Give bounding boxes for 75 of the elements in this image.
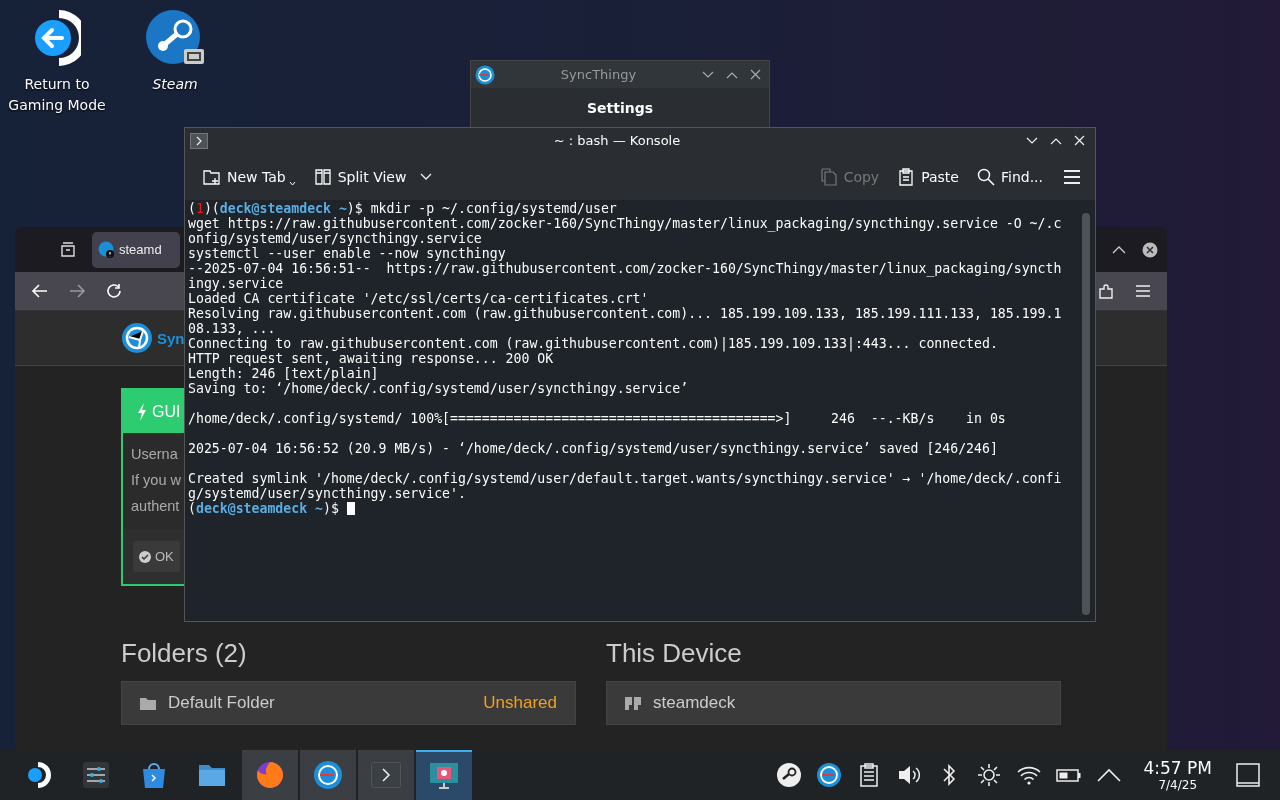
- maximize-icon[interactable]: [1112, 244, 1126, 255]
- lightning-bolt-icon: [137, 402, 147, 421]
- alert-text: If you w: [131, 471, 181, 489]
- terminal-line: g/systemd/user/syncthingy.service'.: [188, 486, 467, 501]
- terminal-line: Connecting to raw.githubusercontent.com (raw.githubusercontent.com)|185.199.109.133|:443... connected.: [188, 336, 999, 351]
- clipboard-icon: [897, 167, 916, 186]
- menu-icon[interactable]: [1063, 169, 1081, 184]
- return-arrow-icon[interactable]: [33, 10, 81, 66]
- puzzle-piece-icon[interactable]: [1098, 282, 1116, 300]
- terminal-line: Length: 246 [text/plain]: [188, 366, 380, 381]
- taskbar-network-node-icon[interactable]: [300, 750, 356, 800]
- browser-tab[interactable]: steamd: [92, 231, 180, 268]
- terminal-line: Created symlink '/home/deck/.config/systemd/user/default.target.wants/syncthingy.service' → '/home/deck/.confi: [188, 471, 1063, 486]
- close-icon[interactable]: [750, 69, 761, 80]
- terminal-line: (1)(deck@steamdeck ~)$ mkdir -p ~/.config/systemd/user: [188, 201, 618, 216]
- reload-icon[interactable]: [105, 282, 123, 300]
- scrollbar[interactable]: [1082, 213, 1090, 615]
- piston-logo-icon[interactable]: [146, 10, 204, 66]
- menu-icon[interactable]: [1135, 284, 1151, 298]
- folder-icon: [140, 696, 156, 710]
- window-title: ~ : bash — Konsole: [552, 133, 682, 148]
- alert-title: GUI: [152, 402, 181, 421]
- new-tab-button[interactable]: New Tab: [199, 163, 300, 190]
- terminal-line: /home/deck/.config/systemd/ 100%[=========================================>] 246 --.-KB/s in 0s: [188, 411, 1007, 426]
- forward-icon[interactable]: [68, 282, 86, 300]
- alert-text: Userna: [131, 445, 178, 463]
- taskbar-monitor-icon[interactable]: [416, 750, 472, 800]
- terminal-line: (deck@steamdeck ~)$: [188, 501, 1076, 516]
- terminal-line: Resolving raw.githubusercontent.com (raw.githubusercontent.com)... 185.199.109.133, 185.199.111.133, 185.199.1: [188, 306, 1063, 321]
- quote-mark-icon: [625, 696, 641, 710]
- terminal-line: Loaded CA certificate '/etc/ssl/certs/ca-certificates.crt': [188, 291, 650, 306]
- folder-row[interactable]: Default Folder Unshared: [121, 681, 576, 725]
- shortcut-label[interactable]: Return to Gaming Mode: [4, 74, 110, 116]
- check-circle-icon: [139, 550, 151, 563]
- find-button[interactable]: Find...: [972, 163, 1047, 190]
- paste-button[interactable]: Paste: [893, 163, 963, 190]
- folder-status: Unshared: [483, 693, 557, 713]
- split-view-button[interactable]: Split View: [309, 163, 411, 190]
- taskbar-globe-browser-icon[interactable]: [242, 750, 298, 800]
- tab-list-icon[interactable]: [60, 241, 76, 258]
- split-panes-icon: [313, 167, 332, 186]
- clock-date[interactable]: 7/4/25: [1158, 778, 1198, 792]
- terminal-line: 08.133, ...: [188, 321, 277, 336]
- section-heading: This Device: [606, 638, 743, 669]
- terminal-line: systemctl --user enable --now syncthingy: [188, 246, 507, 261]
- terminal-line: ingy.service: [188, 276, 285, 291]
- close-icon[interactable]: [1142, 241, 1158, 258]
- terminal-line: --2025-07-04 16:56:51-- https://raw.githubusercontent.com/zocker-160/SyncThingy/master/linux_packaging/syncth: [188, 261, 1063, 276]
- dropdown-caret-icon[interactable]: [420, 172, 433, 181]
- show-desktop-icon[interactable]: [1236, 763, 1260, 787]
- search-icon: [976, 167, 995, 186]
- terminal-line: Saving to: ‘/home/deck/.config/systemd/user/syncthingy.service’: [188, 381, 690, 396]
- device-row[interactable]: steamdeck: [606, 681, 1061, 725]
- ok-button[interactable]: OK: [133, 541, 180, 572]
- settings-heading: Settings: [586, 100, 654, 116]
- caret-down-icon: [288, 180, 296, 186]
- alert-text: authent: [131, 497, 180, 515]
- terminal-line: HTTP request sent, awaiting response... 200 OK: [188, 351, 554, 366]
- site-name[interactable]: Syn: [157, 329, 185, 347]
- maximize-icon[interactable]: [726, 70, 738, 79]
- terminal-output[interactable]: [185, 200, 1095, 621]
- shortcut-label[interactable]: Steam: [152, 74, 198, 95]
- new-tab-icon: [203, 167, 221, 186]
- window-title: SyncThingy: [559, 67, 638, 82]
- terminal-icon[interactable]: [190, 132, 208, 149]
- minimize-icon[interactable]: [702, 70, 714, 79]
- terminal-line: 2025-07-04 16:56:52 (20.9 MB/s) - ‘/home/deck/.config/systemd/user/syncthingy.service’ saved [246/246]: [188, 441, 999, 456]
- terminal-line: wget https://raw.githubusercontent.com/zocker-160/SyncThingy/master/linux_packaging/syncthingy.service -O ~/.c: [188, 216, 1063, 231]
- clock-time[interactable]: 4:57 PM: [1143, 758, 1212, 778]
- piston-logo-icon[interactable]: [775, 762, 802, 788]
- terminal-line: onfig/systemd/user/syncthingy.service: [188, 231, 482, 246]
- sun-icon[interactable]: [975, 762, 1002, 788]
- copy-icon: [819, 167, 838, 186]
- section-heading: Folders (2): [121, 638, 248, 669]
- back-icon[interactable]: [31, 282, 49, 300]
